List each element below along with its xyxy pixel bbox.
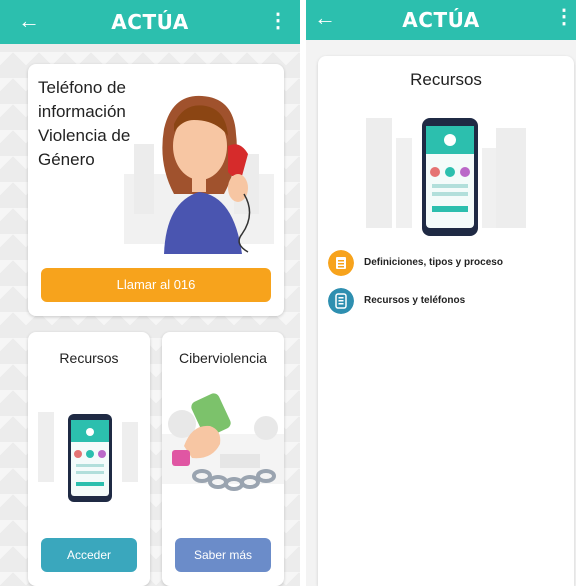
recursos-card: Recursos Acceder — [28, 332, 150, 586]
recursos-panel: Recursos Definiciones, tipos y proceso R… — [318, 56, 574, 586]
ciberviolencia-card: Ciberviolencia Saber más — [162, 332, 284, 586]
phone-app-illustration — [366, 118, 526, 236]
call-016-button[interactable]: Llamar al 016 — [41, 268, 271, 302]
document-list-icon — [328, 250, 354, 276]
list-item-definiciones[interactable]: Definiciones, tipos y proceso — [328, 250, 568, 280]
chained-phone-hand-illustration — [162, 393, 284, 491]
list-item-recursos-telefonos[interactable]: Recursos y teléfonos — [328, 288, 568, 318]
list-item-label: Definiciones, tipos y proceso — [364, 257, 503, 268]
acceder-button[interactable]: Acceder — [41, 538, 137, 572]
phone-book-icon — [328, 288, 354, 314]
saber-mas-button[interactable]: Saber más — [175, 538, 271, 572]
recursos-card-title: Recursos — [59, 350, 119, 366]
home-screen: ← ACTÚA ⋮ Teléfono de información Violen… — [0, 0, 300, 586]
app-title: ACTÚA — [111, 10, 189, 34]
phone-info-card: Teléfono de información Violencia de Gén… — [28, 64, 284, 316]
woman-on-phone-illustration — [124, 95, 274, 254]
list-item-label: Recursos y teléfonos — [364, 295, 466, 306]
app-title: ACTÚA — [402, 8, 480, 32]
ciberviolencia-card-title: Ciberviolencia — [179, 350, 267, 366]
recursos-screen: ← ACTÚA ⋮ Recursos Definiciones, tipos y… — [306, 0, 576, 586]
phone-app-illustration — [38, 412, 138, 502]
more-options-icon[interactable]: ⋮ — [268, 10, 288, 32]
panel-title: Recursos — [410, 70, 482, 89]
app-bar: ← ACTÚA ⋮ — [0, 0, 300, 44]
more-options-icon[interactable]: ⋮ — [554, 6, 574, 28]
app-bar: ← ACTÚA ⋮ — [306, 0, 576, 40]
